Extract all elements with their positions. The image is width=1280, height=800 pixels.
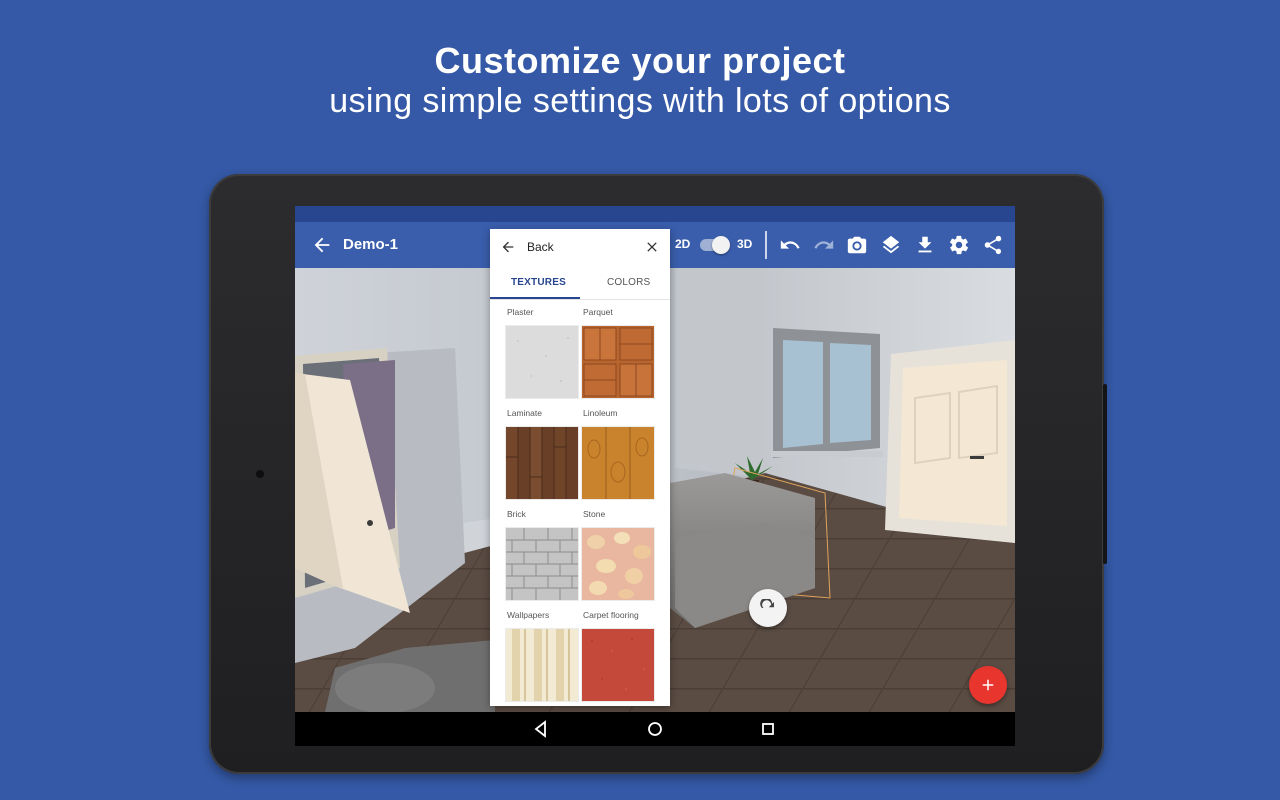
android-nav-bar bbox=[295, 712, 1015, 746]
laminate-swatch[interactable] bbox=[506, 427, 578, 499]
app-screen: Demo-1 2D 3D Back TEXTURES COLORS Plaste… bbox=[295, 206, 1015, 746]
panel-header: Back bbox=[490, 229, 670, 265]
texture-label: Parquet bbox=[583, 307, 613, 317]
layers-icon[interactable] bbox=[880, 234, 902, 256]
download-icon[interactable] bbox=[914, 234, 936, 256]
texture-label: Linoleum bbox=[583, 408, 618, 418]
refresh-icon bbox=[760, 599, 774, 608]
redo-icon[interactable] bbox=[813, 234, 835, 256]
nav-back-icon[interactable] bbox=[531, 719, 551, 739]
panel-tabs: TEXTURES COLORS bbox=[490, 265, 670, 300]
power-button bbox=[1103, 459, 1107, 489]
stone-swatch[interactable] bbox=[582, 528, 654, 600]
nav-recents-icon[interactable] bbox=[758, 719, 778, 739]
linoleum-swatch[interactable] bbox=[582, 427, 654, 499]
parquet-swatch[interactable] bbox=[582, 326, 654, 398]
texture-label: Stone bbox=[583, 509, 606, 519]
plaster-swatch[interactable] bbox=[506, 326, 578, 398]
brick-swatch[interactable] bbox=[506, 528, 578, 600]
tab-textures[interactable]: TEXTURES bbox=[511, 277, 566, 288]
view-mode-toggle[interactable] bbox=[700, 236, 730, 254]
carpet-swatch[interactable] bbox=[582, 629, 654, 701]
mode-2d-label[interactable]: 2D bbox=[675, 237, 690, 251]
mode-3d-label[interactable]: 3D bbox=[737, 237, 752, 251]
material-panel: Back TEXTURES COLORS Plaster Parquet Lam… bbox=[490, 229, 670, 706]
nav-home-icon[interactable] bbox=[645, 719, 665, 739]
plus-icon bbox=[982, 679, 994, 691]
camera-icon[interactable] bbox=[846, 234, 868, 256]
back-arrow-icon[interactable] bbox=[311, 234, 333, 256]
undo-icon[interactable] bbox=[779, 234, 801, 256]
project-title: Demo-1 bbox=[343, 236, 399, 253]
wallpapers-swatch[interactable] bbox=[506, 629, 578, 701]
active-tab-indicator bbox=[490, 297, 580, 299]
share-icon[interactable] bbox=[982, 234, 1004, 256]
front-camera bbox=[256, 470, 264, 478]
tab-colors[interactable]: COLORS bbox=[607, 277, 650, 288]
settings-icon[interactable] bbox=[948, 234, 970, 256]
texture-label: Brick bbox=[507, 509, 526, 519]
status-bar bbox=[295, 206, 1015, 222]
panel-back-icon[interactable] bbox=[500, 239, 516, 255]
panel-back-label[interactable]: Back bbox=[527, 240, 554, 254]
texture-label: Plaster bbox=[507, 307, 534, 317]
add-item-button[interactable] bbox=[969, 666, 1007, 704]
promo-subheadline: using simple settings with lots of optio… bbox=[329, 82, 951, 120]
toggle-knob bbox=[712, 236, 730, 254]
toolbar-divider bbox=[765, 231, 767, 259]
texture-label: Wallpapers bbox=[507, 610, 550, 620]
promo-headline: Customize your project bbox=[434, 40, 846, 81]
texture-label: Carpet flooring bbox=[583, 610, 639, 620]
texture-label: Laminate bbox=[507, 408, 542, 418]
close-icon[interactable] bbox=[644, 239, 660, 255]
rotate-view-button[interactable] bbox=[749, 589, 787, 627]
